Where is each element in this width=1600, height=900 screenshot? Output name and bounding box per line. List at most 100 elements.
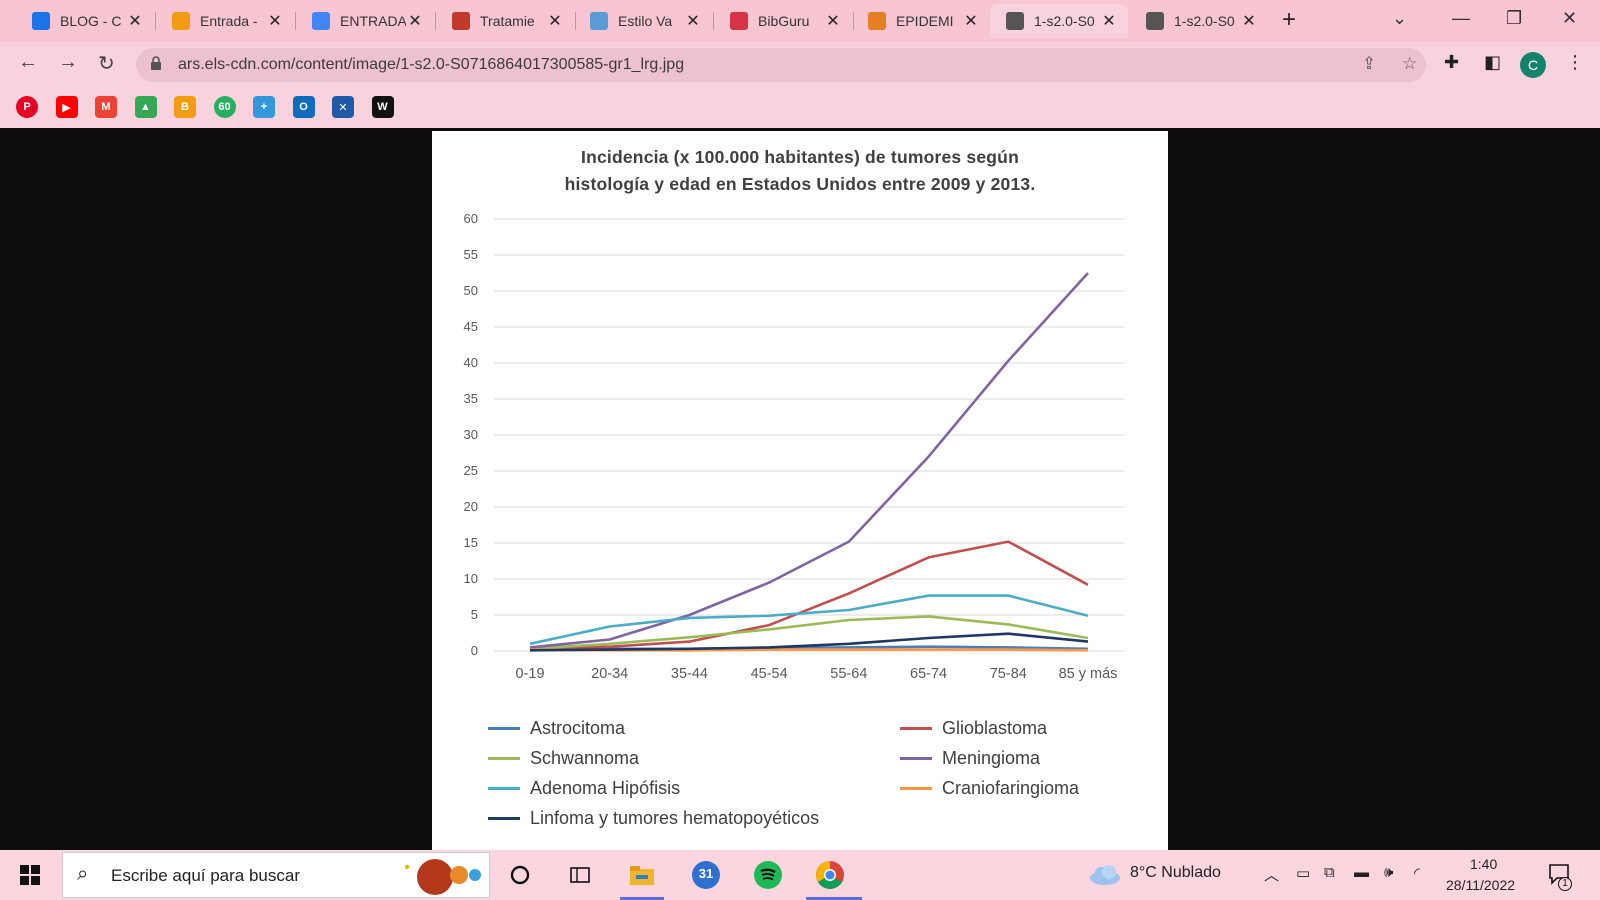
file-explorer-icon[interactable] bbox=[626, 859, 658, 891]
legend-item: Schwannoma bbox=[488, 748, 639, 769]
tab-close-icon[interactable]: ✕ bbox=[126, 11, 144, 31]
tab-close-icon[interactable]: ✕ bbox=[266, 11, 284, 31]
side-panel-icon[interactable]: ◧ bbox=[1484, 52, 1501, 73]
tab-5[interactable]: Estilo Va ✕ bbox=[574, 4, 712, 38]
x-tick-label: 85 y más bbox=[1059, 666, 1118, 682]
tab-6[interactable]: BibGuru ✕ bbox=[714, 4, 852, 38]
close-window-button[interactable]: ✕ bbox=[1562, 8, 1577, 29]
display-icon[interactable]: ⧉ bbox=[1324, 864, 1335, 881]
legend-swatch bbox=[488, 727, 520, 730]
bookmark-plus-icon[interactable]: + bbox=[253, 96, 275, 118]
y-tick-label: 60 bbox=[464, 211, 478, 226]
new-tab-button[interactable]: + bbox=[1282, 6, 1296, 34]
legend-swatch bbox=[900, 727, 932, 730]
volume-icon[interactable]: 🕪 bbox=[1384, 864, 1393, 881]
y-tick-label: 35 bbox=[464, 391, 478, 406]
y-tick-label: 20 bbox=[464, 499, 478, 514]
y-tick-label: 10 bbox=[464, 571, 478, 586]
browser-window: BLOG - C ✕ Entrada - ✕ ENTRADA ✕ Tratamie ✕ Esti… bbox=[0, 0, 1600, 128]
tab-close-icon[interactable]: ✕ bbox=[1240, 11, 1258, 31]
e-icon bbox=[868, 12, 886, 30]
battery-icon[interactable]: ▬ bbox=[1354, 864, 1369, 881]
clock-time[interactable]: 1:40 bbox=[1470, 856, 1497, 872]
bookmark-youtube-icon[interactable]: ▶ bbox=[55, 96, 78, 118]
tab-close-icon[interactable]: ✕ bbox=[546, 11, 564, 31]
globe-icon bbox=[1006, 12, 1024, 30]
series-line-3 bbox=[529, 272, 1089, 649]
tab-7[interactable]: EPIDEMI ✕ bbox=[852, 4, 990, 38]
clock-date[interactable]: 28/11/2022 bbox=[1446, 877, 1515, 893]
cortana-icon[interactable] bbox=[504, 859, 536, 891]
tab-1[interactable]: BLOG - C ✕ bbox=[16, 4, 154, 38]
tab-close-icon[interactable]: ✕ bbox=[824, 11, 842, 31]
x-tick-label: 0-19 bbox=[515, 666, 544, 682]
tab-close-icon[interactable]: ✕ bbox=[1100, 11, 1118, 31]
tab-2[interactable]: Entrada - ✕ bbox=[156, 4, 294, 38]
bookmark-bookmark-8-icon[interactable]: ✕ bbox=[332, 96, 354, 118]
chart-title-line-1: Incidencia (x 100.000 habitantes) de tum… bbox=[581, 147, 1019, 167]
tab-8[interactable]: 1-s2.0-S0 ✕ bbox=[990, 4, 1128, 38]
forward-button[interactable]: → bbox=[58, 51, 78, 74]
chrome-icon[interactable] bbox=[814, 859, 846, 891]
book-icon bbox=[730, 12, 748, 30]
spotify-icon[interactable] bbox=[752, 859, 784, 891]
tab-close-icon[interactable]: ✕ bbox=[406, 11, 424, 31]
restore-button[interactable]: ❐ bbox=[1506, 8, 1522, 29]
bookmark-gmail-icon[interactable]: M bbox=[95, 96, 117, 118]
legend-item: Astrocitoma bbox=[488, 718, 625, 739]
google-docs-icon bbox=[312, 12, 330, 30]
y-tick-label: 50 bbox=[464, 283, 478, 298]
google-drive-icon bbox=[32, 12, 50, 30]
y-tick-label: 40 bbox=[464, 355, 478, 370]
cloud-icon bbox=[590, 12, 608, 30]
legend-item: Glioblastoma bbox=[900, 718, 1047, 739]
profile-avatar[interactable]: C bbox=[1520, 52, 1546, 78]
legend-label: Meningioma bbox=[942, 748, 1041, 768]
bookmark-blogger-icon[interactable]: B bbox=[174, 96, 196, 118]
show-hidden-icons[interactable]: ︿ bbox=[1264, 864, 1279, 885]
tab-title: BLOG - C bbox=[60, 13, 122, 29]
bookmark-sixty-icon[interactable]: 60 bbox=[213, 96, 236, 118]
x-tick-label: 35-44 bbox=[671, 666, 708, 682]
tab-strip: BLOG - C ✕ Entrada - ✕ ENTRADA ✕ Tratamie ✕ Esti… bbox=[0, 0, 1600, 42]
lock-icon bbox=[151, 56, 161, 70]
task-view-icon[interactable] bbox=[564, 859, 596, 891]
address-bar[interactable]: ars.els-cdn.com/content/image/1-s2.0-S07… bbox=[136, 48, 1426, 82]
tab-search-icon[interactable]: ⌄ bbox=[1392, 8, 1407, 29]
legend-label: Glioblastoma bbox=[942, 718, 1048, 738]
bookmarks-bar: P ▶ M ▲ B 60 + O ✕ W bbox=[0, 88, 1600, 126]
tab-title: 1-s2.0-S0 bbox=[1174, 13, 1235, 29]
minimize-button[interactable]: — bbox=[1452, 8, 1470, 29]
weather-text[interactable]: 8°C Nublado bbox=[1130, 864, 1221, 882]
taskbar: ⌕ Escribe aquí para buscar 31 8°C Nublad… bbox=[0, 850, 1600, 900]
bookmark-outlook-icon[interactable]: O bbox=[292, 96, 315, 118]
taskbar-search[interactable]: ⌕ Escribe aquí para buscar bbox=[62, 852, 490, 898]
reload-button[interactable]: ↻ bbox=[98, 51, 115, 76]
extensions-icon[interactable]: ✚ bbox=[1444, 52, 1459, 73]
bookmark-drive-icon[interactable]: ▲ bbox=[134, 96, 157, 118]
weather-cloud-icon bbox=[1090, 865, 1120, 885]
wifi-icon[interactable]: ◜ bbox=[1414, 864, 1420, 882]
bookmark-star-icon[interactable]: ☆ bbox=[1402, 54, 1417, 74]
tab-close-icon[interactable]: ✕ bbox=[684, 11, 702, 31]
chart-image: Incidencia (x 100.000 habitantes) de tum… bbox=[432, 131, 1168, 850]
menu-icon[interactable]: ⋮ bbox=[1566, 52, 1584, 73]
x-tick-label: 55-64 bbox=[830, 666, 867, 682]
share-icon[interactable]: ⇪ bbox=[1362, 54, 1376, 74]
x-tick-label: 45-54 bbox=[751, 666, 788, 682]
bookmark-wattpad-icon[interactable]: W bbox=[371, 96, 394, 118]
search-highlight-icon[interactable] bbox=[399, 857, 489, 895]
tab-3[interactable]: ENTRADA ✕ bbox=[296, 4, 434, 38]
tab-title: Estilo Va bbox=[618, 13, 673, 29]
legend-item: Meningioma bbox=[900, 748, 1040, 769]
ppt-icon bbox=[452, 12, 470, 30]
bookmark-pinterest-icon[interactable]: P bbox=[16, 96, 38, 118]
tab-4[interactable]: Tratamie ✕ bbox=[436, 4, 574, 38]
back-button[interactable]: ← bbox=[18, 51, 38, 74]
search-placeholder: Escribe aquí para buscar bbox=[111, 866, 300, 885]
meet-icon[interactable]: ▭ bbox=[1296, 864, 1310, 882]
windows-start-icon[interactable] bbox=[20, 865, 40, 885]
tab-close-icon[interactable]: ✕ bbox=[962, 11, 980, 31]
tab-9[interactable]: 1-s2.0-S0 ✕ bbox=[1130, 4, 1268, 38]
calendar-icon[interactable]: 31 bbox=[690, 859, 722, 891]
